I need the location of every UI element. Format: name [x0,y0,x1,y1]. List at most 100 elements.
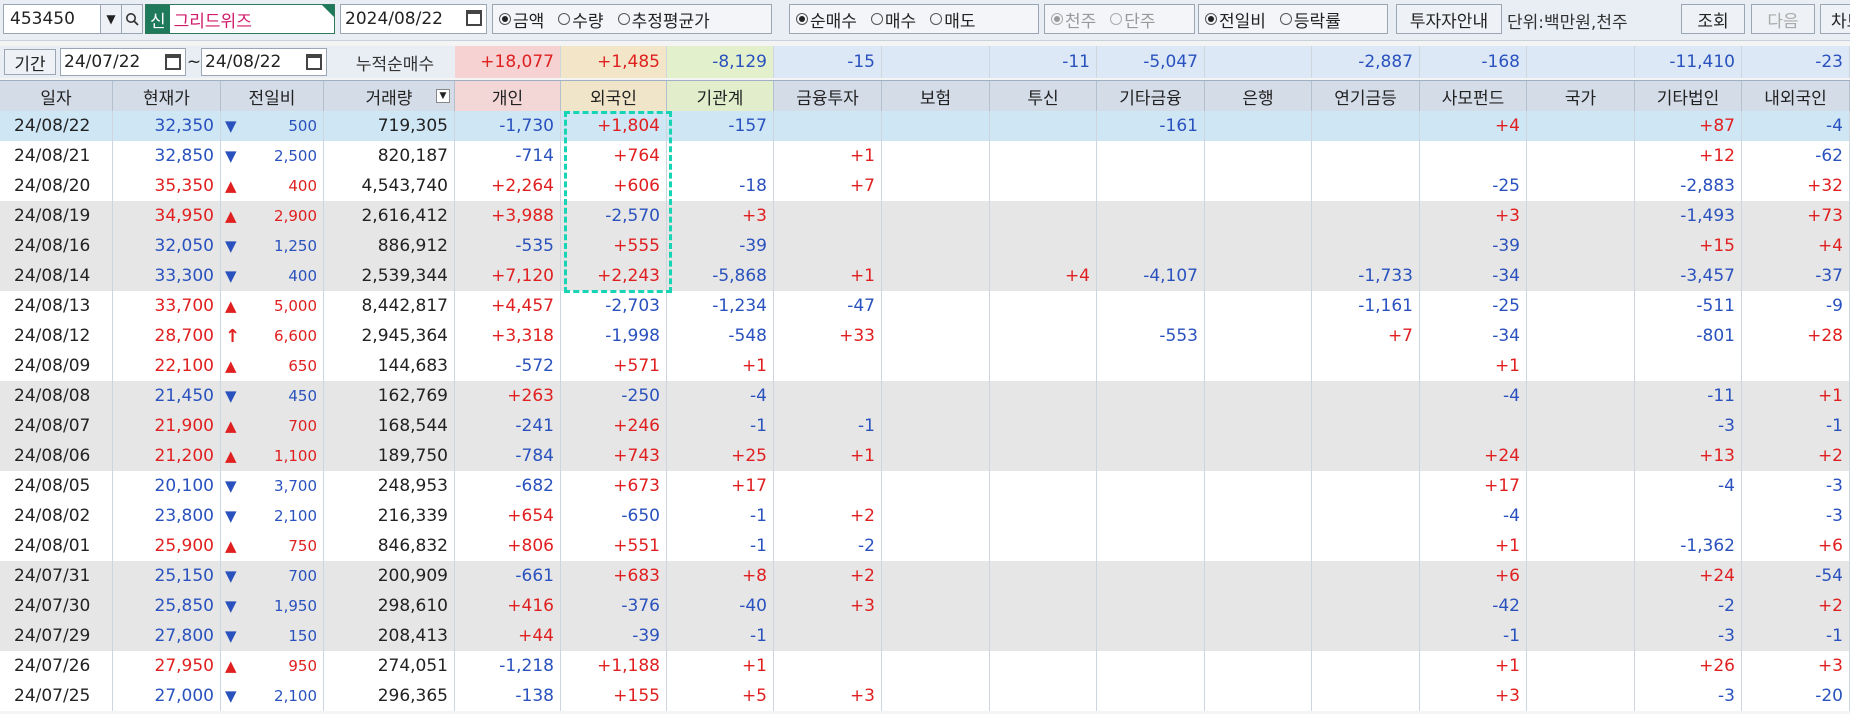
investor-value-cell: +155 [561,681,667,711]
radio-option[interactable]: 천주 [1051,7,1096,32]
investor-value-cell: -1,161 [1312,291,1420,321]
column-header[interactable]: 개인 [455,81,561,111]
investor-value-cell [1527,681,1635,711]
investor-value-cell: -157 [667,111,774,141]
table-row[interactable]: 24/07/25 27,000 ▼ 2,100 296,365 -138 +155 +5 +3 +… [0,681,1850,711]
investor-value-cell: -47 [774,291,882,321]
column-header[interactable]: 은행 [1205,81,1312,111]
chart-button[interactable]: 차트 [1820,4,1850,34]
investor-value-cell [1635,501,1742,531]
table-row[interactable]: 24/08/07 21,900 ▲ 700 168,544 -241 +246 -1 -1 -3-… [0,411,1850,441]
calendar-icon[interactable] [165,54,181,70]
investor-value-cell: -2,703 [561,291,667,321]
stock-name-field[interactable]: 신 그리드위즈 [145,4,335,34]
radio-option[interactable]: 전일비 [1205,7,1266,32]
change-cell: ▼ 1,950 [221,591,324,621]
investor-value-cell: +1 [1420,351,1527,381]
investor-value-cell [882,141,990,171]
period-to-input[interactable]: 24/08/22 [201,48,327,76]
column-header[interactable]: 보험 [882,81,990,111]
column-header[interactable]: 현재가 [113,81,221,111]
investor-value-cell: +2 [774,561,882,591]
radio-option[interactable]: 추정평균가 [617,7,710,32]
radio-indicator [870,13,883,25]
investor-value-cell [1205,231,1312,261]
search-button[interactable] [121,4,143,34]
date-cell: 24/08/08 [0,381,113,411]
change-cell: ▼ 2,100 [221,501,324,531]
column-header[interactable]: 금융투자 [774,81,882,111]
table-row[interactable]: 24/07/31 25,150 ▼ 700 200,909 -661 +683 +8 +2 +6 +… [0,561,1850,591]
investor-value-cell [774,351,882,381]
investor-value-cell [1097,681,1205,711]
code-dropdown-button[interactable]: ▼ [100,4,122,34]
date-input[interactable]: 2024/08/22 [340,4,487,34]
radio-option[interactable]: 단주 [1110,7,1156,32]
table-row[interactable]: 24/08/01 25,900 ▲ 750 846,832 +806 +551 -1 -2 +1 -… [0,531,1850,561]
table-row[interactable]: 24/08/14 33,300 ▼ 400 2,539,344 +7,120 +2,243-… [0,261,1850,291]
radio-indicator [930,13,943,25]
column-header[interactable]: 기관계 [667,81,774,111]
investor-value-cell: -1,493 [1635,201,1742,231]
investor-value-cell [882,201,990,231]
table-row[interactable]: 24/08/21 32,850 ▼ 2,500 820,187 -714 +764 +1 +12… [0,141,1850,171]
price-cell: 32,350 [113,111,221,141]
column-header[interactable]: 연기금등 [1312,81,1420,111]
summary-cell: -168 [1420,46,1527,78]
column-header[interactable]: 사모펀드 [1420,81,1527,111]
table-row[interactable]: 24/08/20 35,350 ▲ 400 4,543,740 +2,264 +606 -18… [0,171,1850,201]
table-row[interactable]: 24/08/19 34,950 ▲ 2,900 2,616,412 +3,988 -2,57… [0,201,1850,231]
change-cell: ▼ 2,100 [221,681,324,711]
change-cell: ▼ 1,250 [221,231,324,261]
date-cell: 24/08/01 [0,531,113,561]
table-row[interactable]: 24/08/02 23,800 ▼ 2,100 216,339 +654 -650 -1 +2 -… [0,501,1850,531]
radio-option[interactable]: 매수 [870,7,916,32]
radio-option[interactable]: 순매수 [796,7,857,32]
column-header[interactable]: 일자 [0,81,113,111]
investor-value-cell [774,201,882,231]
calendar-icon[interactable] [466,10,482,26]
column-header[interactable]: 전일비 [221,81,324,111]
column-header[interactable]: 내외국인 [1742,81,1850,111]
calendar-icon[interactable] [306,54,322,70]
query-button[interactable]: 조회 [1681,4,1745,34]
table-row[interactable]: 24/08/13 33,700 ▲ 5,000 8,442,817 +4,457 -2,70… [0,291,1850,321]
column-header[interactable]: 투신 [990,81,1097,111]
investor-value-cell [1312,171,1420,201]
table-row[interactable]: 24/08/09 22,100 ▲ 650 144,683 -572 +571 +1 +1 [0,351,1850,381]
column-header[interactable]: 기타법인 [1635,81,1742,111]
table-row[interactable]: 24/08/05 20,100 ▼ 3,700 248,953 -682 +673 +17 +1… [0,471,1850,501]
table-row[interactable]: 24/08/12 28,700 ↑ 6,600 2,945,364 +3,318 -1,99… [0,321,1850,351]
period-to-value: 24/08/22 [205,52,282,72]
column-header[interactable]: 기타금융 [1097,81,1205,111]
investor-value-cell: +2,243 [561,261,667,291]
column-header[interactable]: 외국인 [561,81,667,111]
volume-cell: 208,413 [324,621,455,651]
investor-value-cell [990,621,1097,651]
table-row[interactable]: 24/07/30 25,850 ▼ 1,950 298,610 +416 -376 -40 +3… [0,591,1850,621]
table-row[interactable]: 24/08/16 32,050 ▼ 1,250 886,912 -535 +555 -39 -3… [0,231,1850,261]
radio-option[interactable]: 금액 [499,7,544,32]
table-row[interactable]: 24/08/08 21,450 ▼ 450 162,769 +263 -250 -4 -4 -11… [0,381,1850,411]
table-row[interactable]: 24/08/22 32,350 ▼ 500 719,305 -1,730 +1,804 -15… [0,111,1850,141]
price-cell: 23,800 [113,501,221,531]
radio-option[interactable]: 등락률 [1279,7,1341,32]
column-header[interactable]: 국가 [1527,81,1635,111]
change-cell: ▲ 2,900 [221,201,324,231]
investor-value-cell: -1 [1742,411,1850,441]
table-row[interactable]: 24/08/06 21,200 ▲ 1,100 189,750 -784 +743 +25 +1… [0,441,1850,471]
next-button[interactable]: 다음 [1751,4,1815,34]
radio-option[interactable]: 수량 [558,7,604,32]
radio-option[interactable]: 매도 [930,7,975,32]
table-row[interactable]: 24/07/26 27,950 ▲ 950 274,051 -1,218 +1,188 +1 +… [0,651,1850,681]
investor-guide-button[interactable]: 투자자안내 [1396,4,1502,34]
investor-value-cell: -682 [455,471,561,501]
period-from-value: 24/07/22 [64,52,141,72]
table-row[interactable]: 24/07/29 27,800 ▼ 150 208,413 +44 -39 -1 -1 -3 -1 [0,621,1850,651]
stock-code-input[interactable]: 453450 [3,4,101,34]
sort-dropdown-icon[interactable]: ▼ [436,89,450,103]
investor-value-cell: +4 [1742,231,1850,261]
investor-value-cell: +606 [561,171,667,201]
radio-indicator [499,13,511,25]
period-from-input[interactable]: 24/07/22 [60,48,186,76]
